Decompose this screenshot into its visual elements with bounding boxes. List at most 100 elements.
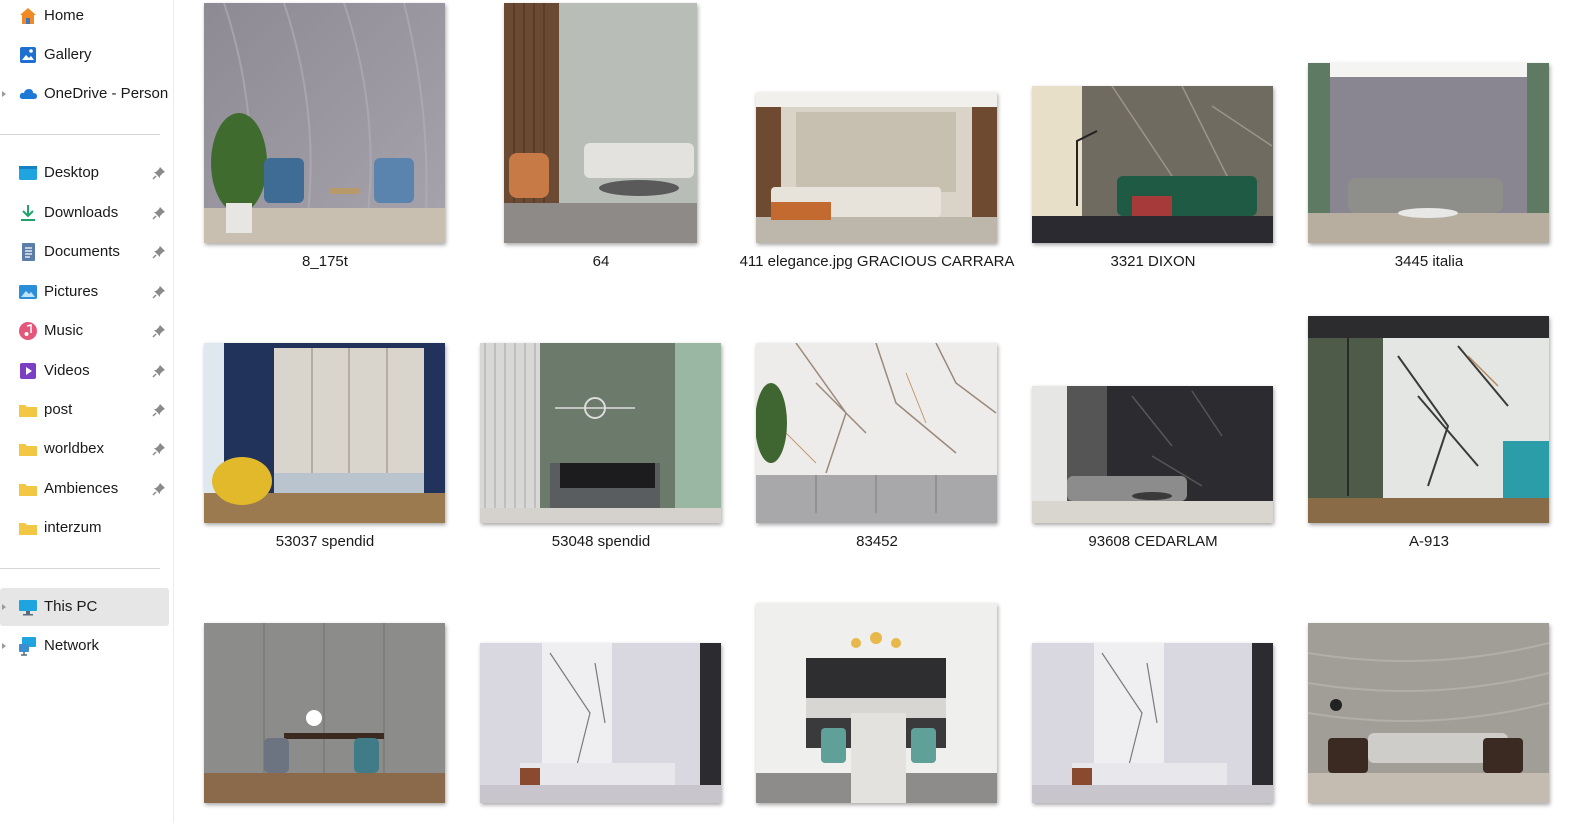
- file-tile[interactable]: [1032, 643, 1273, 803]
- pin-icon[interactable]: [152, 245, 166, 259]
- pin-icon[interactable]: [152, 285, 166, 299]
- file-tile[interactable]: 411 elegance.jpg GRACIOUS CARRARA: [740, 92, 1014, 273]
- sidebar-item-label: Gallery: [44, 46, 92, 63]
- file-grid: 8_175t 64 411 elegance.jpg GRACIOUS CARR…: [174, 0, 1591, 823]
- expand-chevron-icon[interactable]: [2, 604, 6, 610]
- sidebar-item-videos[interactable]: Videos: [0, 352, 169, 390]
- folder-icon: [18, 479, 38, 499]
- file-tile[interactable]: 83452: [756, 343, 997, 553]
- gallery-icon: [18, 45, 38, 65]
- sidebar-item-music[interactable]: Music: [0, 312, 169, 350]
- pictures-icon: [18, 282, 38, 302]
- file-name: 64: [592, 253, 610, 270]
- sidebar-item-label: Desktop: [44, 164, 100, 181]
- sidebar-item-label: post: [44, 401, 73, 418]
- folder-icon: [18, 400, 38, 420]
- sidebar-item-label: Downloads: [44, 204, 119, 221]
- sidebar-item-label: Home: [44, 7, 85, 24]
- sidebar-item-desktop[interactable]: Desktop: [0, 154, 169, 192]
- file-tile[interactable]: [756, 603, 997, 803]
- sidebar-item-label: worldbex: [44, 440, 105, 457]
- image-thumbnail[interactable]: [1032, 386, 1273, 523]
- file-tile[interactable]: 8_175t: [204, 3, 445, 273]
- pin-icon[interactable]: [152, 403, 166, 417]
- home-icon: [18, 6, 38, 26]
- file-name: 53037 spendid: [275, 533, 375, 550]
- file-name: A-913: [1408, 533, 1450, 550]
- file-tile[interactable]: 3321 DIXON: [1032, 86, 1273, 273]
- sidebar-item-label: Music: [44, 322, 84, 339]
- image-thumbnail[interactable]: [204, 343, 445, 523]
- sidebar-item-this-pc[interactable]: This PC: [0, 588, 169, 626]
- sidebar-item-documents[interactable]: Documents: [0, 233, 169, 271]
- videos-icon: [18, 361, 38, 381]
- sidebar-item-home[interactable]: Home: [0, 0, 169, 35]
- sidebar-item-label: OneDrive - Persona: [44, 85, 169, 102]
- file-name: 3445 italia: [1394, 253, 1464, 270]
- sidebar-item-worldbex[interactable]: worldbex: [0, 430, 169, 468]
- file-tile[interactable]: 53037 spendid: [204, 343, 445, 553]
- file-name: 411 elegance.jpg GRACIOUS CARRARA: [739, 253, 1015, 270]
- image-thumbnail[interactable]: [204, 3, 445, 243]
- downloads-arrow-icon: [18, 203, 38, 223]
- sidebar-item-network[interactable]: Network: [0, 627, 169, 665]
- file-tile[interactable]: [204, 623, 445, 803]
- pin-icon[interactable]: [152, 166, 166, 180]
- image-thumbnail[interactable]: [1032, 86, 1273, 243]
- file-tile[interactable]: [1308, 623, 1549, 803]
- file-name: 93608 CEDARLAM: [1088, 533, 1218, 550]
- file-tile[interactable]: 3445 italia: [1308, 63, 1549, 273]
- music-icon: [18, 321, 38, 341]
- folder-icon: [18, 439, 38, 459]
- pin-icon[interactable]: [152, 482, 166, 496]
- expand-chevron-icon[interactable]: [2, 91, 6, 97]
- file-tile[interactable]: 53048 spendid: [480, 343, 721, 553]
- pin-icon[interactable]: [152, 206, 166, 220]
- image-thumbnail[interactable]: [1308, 623, 1549, 803]
- this-pc-icon: [18, 597, 38, 617]
- sidebar-item-pictures[interactable]: Pictures: [0, 273, 169, 311]
- image-thumbnail[interactable]: [504, 3, 697, 243]
- sidebar-item-label: Ambiences: [44, 480, 119, 497]
- pin-icon[interactable]: [152, 442, 166, 456]
- file-name: 83452: [856, 533, 898, 550]
- file-tile[interactable]: A-913: [1308, 316, 1549, 553]
- file-name: 53048 spendid: [551, 533, 651, 550]
- image-thumbnail[interactable]: [756, 343, 997, 523]
- documents-icon: [18, 242, 38, 262]
- sidebar-divider: [0, 568, 160, 569]
- sidebar-item-downloads[interactable]: Downloads: [0, 194, 169, 232]
- image-thumbnail[interactable]: [756, 92, 997, 243]
- sidebar-item-label: Network: [44, 637, 100, 654]
- file-name: 3321 DIXON: [1110, 253, 1196, 270]
- sidebar-item-label: Videos: [44, 362, 90, 379]
- image-thumbnail[interactable]: [1032, 643, 1273, 803]
- image-thumbnail[interactable]: [756, 603, 997, 803]
- sidebar-item-ambiences[interactable]: Ambiences: [0, 470, 169, 508]
- navigation-pane: Home Gallery OneDrive - Persona Desktop …: [0, 0, 174, 823]
- sidebar-item-onedrive[interactable]: OneDrive - Persona: [0, 75, 169, 113]
- sidebar-item-label: This PC: [44, 598, 98, 615]
- sidebar-item-label: Documents: [44, 243, 120, 260]
- image-thumbnail[interactable]: [204, 623, 445, 803]
- file-tile[interactable]: 93608 CEDARLAM: [1032, 386, 1273, 553]
- sidebar-item-interzum[interactable]: interzum: [0, 509, 169, 547]
- network-icon: [18, 636, 38, 656]
- sidebar-divider: [0, 134, 160, 135]
- pin-icon[interactable]: [152, 364, 166, 378]
- expand-chevron-icon[interactable]: [2, 643, 6, 649]
- sidebar-item-label: interzum: [44, 519, 102, 536]
- pin-icon[interactable]: [152, 324, 166, 338]
- file-tile[interactable]: [480, 643, 721, 803]
- folder-icon: [18, 518, 38, 538]
- desktop-folder-icon: [18, 163, 38, 183]
- image-thumbnail[interactable]: [480, 643, 721, 803]
- image-thumbnail[interactable]: [1308, 316, 1549, 523]
- sidebar-item-post[interactable]: post: [0, 391, 169, 429]
- image-thumbnail[interactable]: [480, 343, 721, 523]
- file-tile[interactable]: 64: [504, 3, 697, 273]
- file-name: 8_175t: [302, 253, 348, 270]
- sidebar-item-gallery[interactable]: Gallery: [0, 36, 169, 74]
- onedrive-cloud-icon: [18, 84, 38, 104]
- image-thumbnail[interactable]: [1308, 63, 1549, 243]
